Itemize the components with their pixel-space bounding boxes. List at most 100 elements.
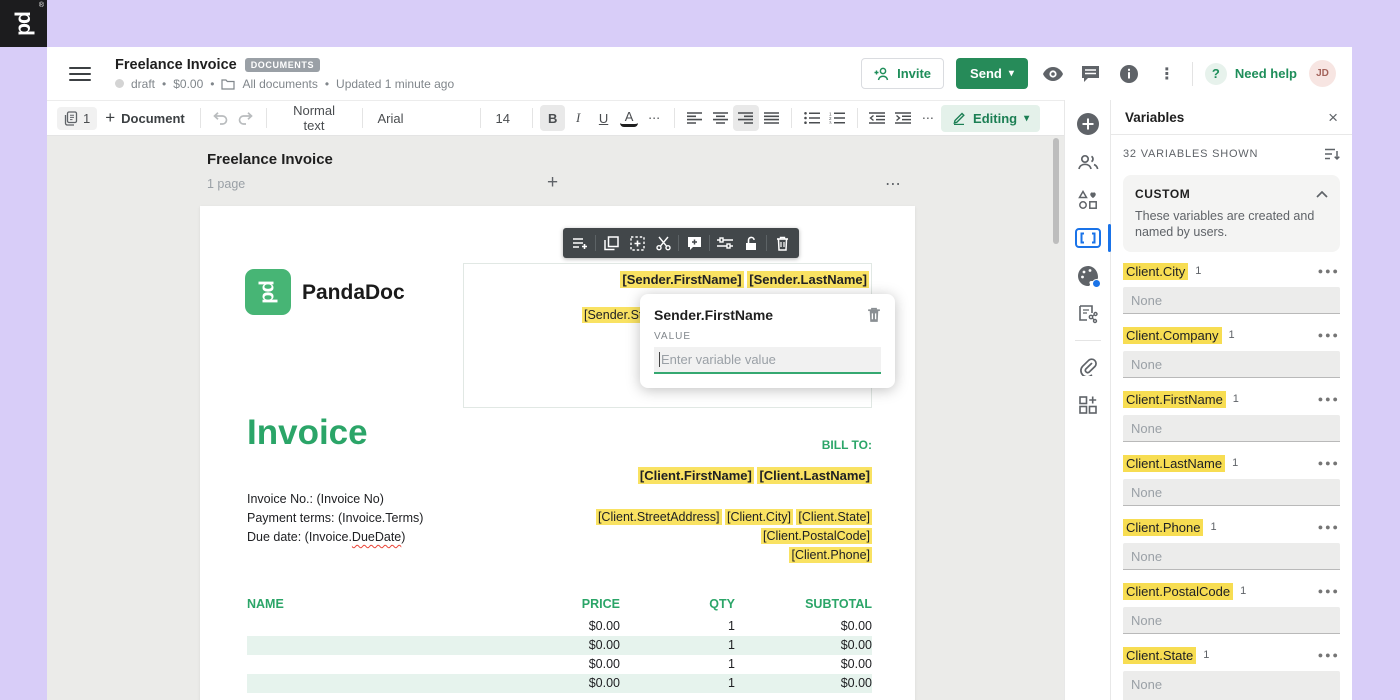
properties-icon[interactable] — [712, 230, 738, 256]
folder-label[interactable]: All documents — [242, 77, 317, 91]
document-title[interactable]: Freelance Invoice — [115, 57, 237, 73]
bill-to-label[interactable]: BILL TO: — [822, 438, 872, 452]
variable-name-chip[interactable]: Client.PostalCode — [1123, 582, 1234, 600]
brand-name[interactable]: PandaDoc — [302, 281, 405, 305]
sender-lastname-variable[interactable]: [Sender.LastName] — [747, 271, 869, 288]
variable-menu-icon[interactable]: ●●● — [1318, 650, 1340, 660]
sender-firstname-variable[interactable]: [Sender.FirstName] — [620, 271, 744, 288]
variable-name-chip[interactable]: Client.FirstName — [1123, 390, 1226, 408]
client-lastname-variable[interactable]: [Client.LastName] — [757, 467, 872, 484]
underline-button[interactable]: U — [591, 105, 616, 131]
table-row[interactable]: $0.00 1 $0.00 — [247, 674, 872, 693]
preview-eye-icon[interactable] — [1040, 61, 1066, 87]
client-firstname-variable[interactable]: [Client.FirstName] — [637, 467, 754, 484]
need-help-button[interactable]: ? Need help — [1204, 62, 1297, 85]
justify-button[interactable] — [759, 105, 784, 131]
pricing-table[interactable]: NAME PRICE QTY SUBTOTAL $0.00 1 $0.00 $0… — [247, 596, 872, 693]
pandadoc-logo[interactable]: pd ® — [0, 0, 47, 47]
variable-value-field[interactable]: None — [1123, 287, 1340, 314]
cut-icon[interactable] — [650, 230, 676, 256]
variable-menu-icon[interactable]: ●●● — [1318, 586, 1340, 596]
align-left-button[interactable] — [682, 105, 707, 131]
variable-menu-icon[interactable]: ●●● — [1318, 394, 1340, 404]
invoice-meta[interactable]: Invoice No.: (Invoice No) Payment terms:… — [247, 490, 423, 547]
custom-section-header[interactable]: CUSTOM — [1135, 187, 1328, 201]
sender-street-variable[interactable]: [Sender.St — [582, 307, 645, 323]
invite-button[interactable]: Invite — [861, 58, 945, 89]
pandadoc-doc-logo[interactable]: pd — [245, 269, 291, 315]
variable-menu-icon[interactable]: ●●● — [1318, 458, 1340, 468]
add-content-icon[interactable] — [1073, 109, 1103, 139]
add-row-icon[interactable] — [567, 230, 593, 256]
variable-menu-icon[interactable]: ●●● — [1318, 522, 1340, 532]
info-icon[interactable] — [1116, 61, 1142, 87]
indent-button[interactable] — [890, 105, 915, 131]
variable-value-field[interactable]: None — [1123, 479, 1340, 506]
client-city-variable[interactable]: [Client.City] — [725, 509, 793, 525]
kebab-menu-icon[interactable]: ⋮ — [1154, 61, 1180, 87]
variables-icon[interactable] — [1073, 223, 1111, 253]
delete-icon[interactable] — [769, 230, 795, 256]
client-phone-variable[interactable]: [Client.Phone] — [789, 547, 872, 563]
numbered-list-button[interactable]: 123 — [824, 105, 849, 131]
attachments-icon[interactable] — [1073, 352, 1103, 382]
align-right-button[interactable] — [733, 105, 759, 131]
table-row[interactable]: $0.00 1 $0.00 — [247, 636, 872, 655]
editing-mode-button[interactable]: Editing ▾ — [941, 104, 1041, 132]
align-center-button[interactable] — [708, 105, 733, 131]
text-color-button[interactable]: A — [620, 110, 638, 127]
variable-menu-icon[interactable]: ●●● — [1318, 266, 1340, 276]
variable-name-chip[interactable]: Client.State — [1123, 646, 1197, 664]
client-postalcode-variable[interactable]: [Client.PostalCode] — [760, 528, 872, 544]
sort-filter-icon[interactable] — [1324, 147, 1340, 161]
invoice-heading[interactable]: Invoice — [247, 413, 368, 453]
canvas-scrollbar[interactable] — [1053, 138, 1059, 244]
variable-value-field[interactable]: None — [1123, 607, 1340, 634]
paragraph-style-select[interactable]: Normal text — [274, 99, 355, 137]
variable-name-chip[interactable]: Client.Phone — [1123, 518, 1204, 536]
save-to-library-icon[interactable] — [624, 230, 650, 256]
amount-text[interactable]: $0.00 — [173, 77, 203, 91]
font-size-select[interactable]: 14 — [488, 107, 526, 130]
font-family-select[interactable]: Arial — [370, 107, 473, 130]
variable-name-chip[interactable]: Client.LastName — [1123, 454, 1226, 472]
client-address[interactable]: [Client.StreetAddress] [Client.City] [Cl… — [595, 508, 872, 565]
variable-value-field[interactable]: None — [1123, 543, 1340, 570]
add-section-icon[interactable]: + — [547, 172, 558, 194]
variable-menu-icon[interactable]: ●●● — [1318, 330, 1340, 340]
add-comment-icon[interactable] — [681, 230, 707, 256]
more-toolbar-options-icon[interactable]: ⋯ — [916, 105, 941, 131]
integrations-icon[interactable] — [1073, 390, 1103, 420]
outdent-button[interactable] — [865, 105, 890, 131]
variable-name-chip[interactable]: Client.Company — [1123, 326, 1222, 344]
more-text-options-icon[interactable]: ⋯ — [642, 105, 667, 131]
undo-icon[interactable] — [208, 105, 233, 131]
avatar[interactable]: JD — [1309, 60, 1336, 87]
table-row[interactable]: $0.00 1 $0.00 — [247, 655, 872, 674]
section-more-icon[interactable]: ⋯ — [885, 174, 902, 194]
unlock-icon[interactable] — [738, 230, 764, 256]
variable-value-input[interactable]: Enter variable value — [654, 347, 881, 374]
menu-icon[interactable] — [69, 66, 91, 81]
variable-value-field[interactable]: None — [1123, 415, 1340, 442]
italic-button[interactable]: I — [565, 105, 590, 131]
variable-name-chip[interactable]: Client.City — [1123, 262, 1189, 280]
duplicate-icon[interactable] — [598, 230, 624, 256]
close-icon[interactable]: × — [1328, 109, 1338, 126]
variable-value-field[interactable]: None — [1123, 351, 1340, 378]
comments-icon[interactable] — [1078, 61, 1104, 87]
design-theme-icon[interactable] — [1073, 261, 1103, 291]
table-row[interactable]: $0.00 1 $0.00 — [247, 617, 872, 636]
content-library-icon[interactable] — [1073, 185, 1103, 215]
client-state-variable[interactable]: [Client.State] — [796, 509, 872, 525]
bullet-list-button[interactable] — [799, 105, 824, 131]
page-count-button[interactable]: 1 — [57, 106, 98, 130]
contacts-icon[interactable] — [1073, 147, 1103, 177]
client-street-variable[interactable]: [Client.StreetAddress] — [595, 509, 722, 525]
popup-delete-icon[interactable] — [867, 307, 881, 323]
bold-button[interactable]: B — [540, 105, 566, 131]
fields-icon[interactable] — [1073, 299, 1103, 329]
add-document-button[interactable]: + Document — [97, 104, 193, 132]
send-button[interactable]: Send ▾ — [956, 58, 1028, 89]
redo-icon[interactable] — [233, 105, 258, 131]
